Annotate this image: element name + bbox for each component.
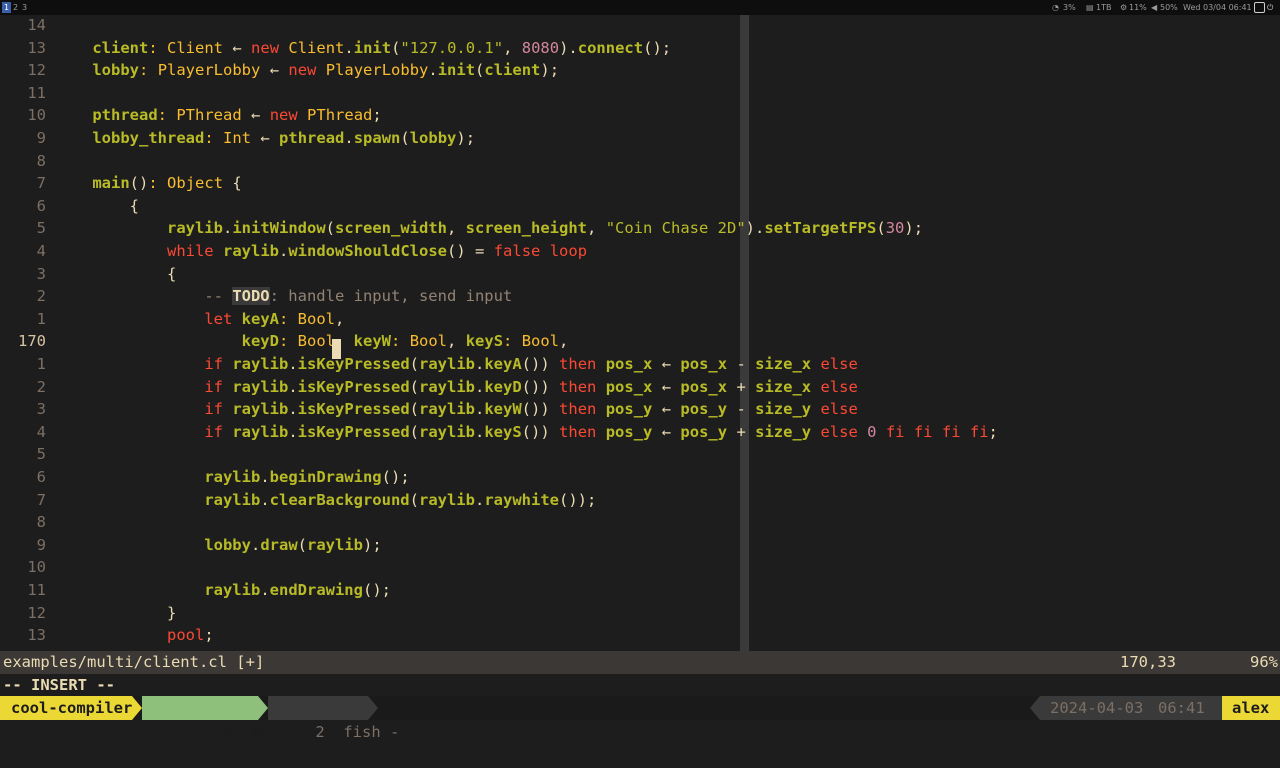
clock: Wed 03/04 06:41: [1183, 3, 1252, 12]
disk-usage: 1TB: [1096, 3, 1112, 12]
code-line[interactable]: [55, 150, 92, 173]
scroll-percent: 96%: [1250, 653, 1278, 671]
tmux-session-name: cool-compiler: [0, 696, 132, 720]
line-number: 12: [27, 61, 46, 80]
line-number: 8: [36, 513, 46, 532]
line-number: 4: [36, 242, 46, 260]
code-line[interactable]: raylib.beginDrawing();: [55, 466, 409, 489]
window-2-name: fish -: [343, 723, 400, 741]
code-line[interactable]: [55, 443, 92, 466]
power-icon[interactable]: ⏻: [1267, 2, 1273, 13]
window-2-index: 2: [315, 723, 325, 741]
code-line[interactable]: keyD: Bool, keyW: Bool, keyS: Bool,: [55, 330, 569, 353]
line-number: 5: [36, 445, 46, 464]
line-number: 7: [36, 490, 46, 509]
code-line[interactable]: [55, 15, 92, 37]
window-1-name: nvim *: [223, 723, 280, 741]
tmux-status-bar: cool-compiler 1 nvim * 2 fish - 2024-04-…: [0, 696, 1280, 741]
line-number: 11: [27, 581, 46, 599]
line-number: 170: [18, 332, 46, 351]
powerline-separator-icon: [132, 696, 142, 720]
cpu-usage: 3%: [1063, 3, 1076, 12]
window-1-index: 1: [195, 723, 205, 741]
code-line[interactable]: if raylib.isKeyPressed(raylib.keyA()) th…: [55, 353, 857, 376]
tray-window-icon[interactable]: [1254, 2, 1265, 13]
powerline-separator-icon: [1030, 696, 1040, 720]
tmux-time: 06:41: [1146, 696, 1222, 720]
memory-usage: 11%: [1129, 3, 1147, 12]
volume-level: 50%: [1160, 3, 1178, 12]
volume-icon: ◀: [1151, 3, 1158, 12]
text-cursor: [332, 339, 341, 359]
code-line[interactable]: -- TODO: handle input, send input: [55, 285, 512, 308]
line-number: 7: [36, 174, 46, 193]
code-line[interactable]: if raylib.isKeyPressed(raylib.keyW()) th…: [55, 398, 857, 421]
nvim-statusline: examples/multi/client.cl [+] 170,33 96%: [0, 651, 1280, 674]
file-path: examples/multi/client.cl [+]: [3, 653, 265, 671]
code-line[interactable]: {: [55, 195, 139, 218]
line-number: 13: [27, 626, 46, 645]
code-line[interactable]: lobby.draw(raylib);: [55, 534, 381, 557]
code-line[interactable]: main(): Object {: [55, 172, 241, 195]
tmux-window-1[interactable]: 1 nvim *: [142, 696, 279, 741]
code-line[interactable]: [55, 511, 92, 534]
cpu-icon: ◔: [1052, 3, 1059, 12]
code-line[interactable]: {: [55, 263, 176, 286]
tmux-window-2[interactable]: 2 fish -: [268, 696, 399, 741]
line-number: 14: [27, 16, 46, 34]
memory-icon: ⚙: [1120, 3, 1128, 12]
line-number: 10: [27, 106, 46, 125]
code-line[interactable]: lobby: PlayerLobby ← new PlayerLobby.ini…: [55, 59, 559, 82]
code-line[interactable]: [55, 82, 92, 105]
line-number: 3: [36, 400, 46, 419]
line-number: 12: [27, 603, 46, 622]
code-line[interactable]: pthread: PThread ← new PThread;: [55, 104, 381, 127]
line-number: 6: [36, 468, 46, 486]
powerline-separator-icon: [258, 696, 268, 720]
code-line[interactable]: client: Client ← new Client.init("127.0.…: [55, 37, 671, 60]
cursor-position: 170,33: [1120, 653, 1176, 671]
code-line[interactable]: lobby_thread: Int ← pthread.spawn(lobby)…: [55, 127, 475, 150]
code-line[interactable]: }: [55, 602, 176, 625]
tmux-user: alex: [1222, 696, 1280, 720]
line-number: 1: [36, 355, 46, 373]
tmux-date: 2024-04-03: [1040, 696, 1146, 720]
code-line[interactable]: if raylib.isKeyPressed(raylib.keyS()) th…: [55, 421, 998, 444]
code-line[interactable]: let keyA: Bool,: [55, 308, 344, 331]
system-top-bar: 1 2 3 ◔ 3% ▤ 1TB ⚙ 11% ◀ 50% Wed 03/04 0…: [0, 0, 1280, 15]
line-number: 9: [36, 129, 46, 147]
mode-indicator: -- INSERT --: [0, 674, 1280, 696]
neovim-editor[interactable]: 14 13 12 11 10 9 8 7 6 5 4 3 2 1 170 1 2 3 4 5 6 7 8 9 10 11 12 13 …: [0, 15, 1280, 651]
color-column: [740, 15, 749, 651]
line-number: 9: [36, 535, 46, 554]
line-number: 11: [27, 83, 46, 102]
workspace-2[interactable]: 2: [11, 2, 20, 13]
line-number: 2: [36, 287, 46, 306]
code-line[interactable]: raylib.endDrawing();: [55, 579, 391, 602]
code-line[interactable]: raylib.clearBackground(raylib.raywhite()…: [55, 489, 596, 512]
line-number: 5: [36, 219, 46, 238]
workspace-3[interactable]: 3: [20, 2, 29, 13]
powerline-separator-icon: [368, 696, 378, 720]
code-line[interactable]: if raylib.isKeyPressed(raylib.keyD()) th…: [55, 376, 857, 399]
line-number: 13: [27, 38, 46, 57]
line-number: 6: [36, 196, 46, 215]
workspace-1[interactable]: 1: [2, 2, 11, 13]
line-number: 4: [36, 422, 46, 441]
code-line[interactable]: [55, 556, 92, 579]
line-number: 8: [36, 151, 46, 170]
code-line[interactable]: while raylib.windowShouldClose() = false…: [55, 240, 587, 263]
disk-icon: ▤: [1086, 3, 1094, 12]
code-line[interactable]: pool;: [55, 624, 214, 647]
code-line[interactable]: raylib.initWindow(screen_width, screen_h…: [55, 217, 923, 240]
line-number: 3: [36, 264, 46, 283]
insert-mode-label: -- INSERT --: [3, 676, 115, 694]
line-number: 2: [36, 377, 46, 396]
line-number: 1: [36, 309, 46, 328]
line-number: 10: [27, 558, 46, 577]
